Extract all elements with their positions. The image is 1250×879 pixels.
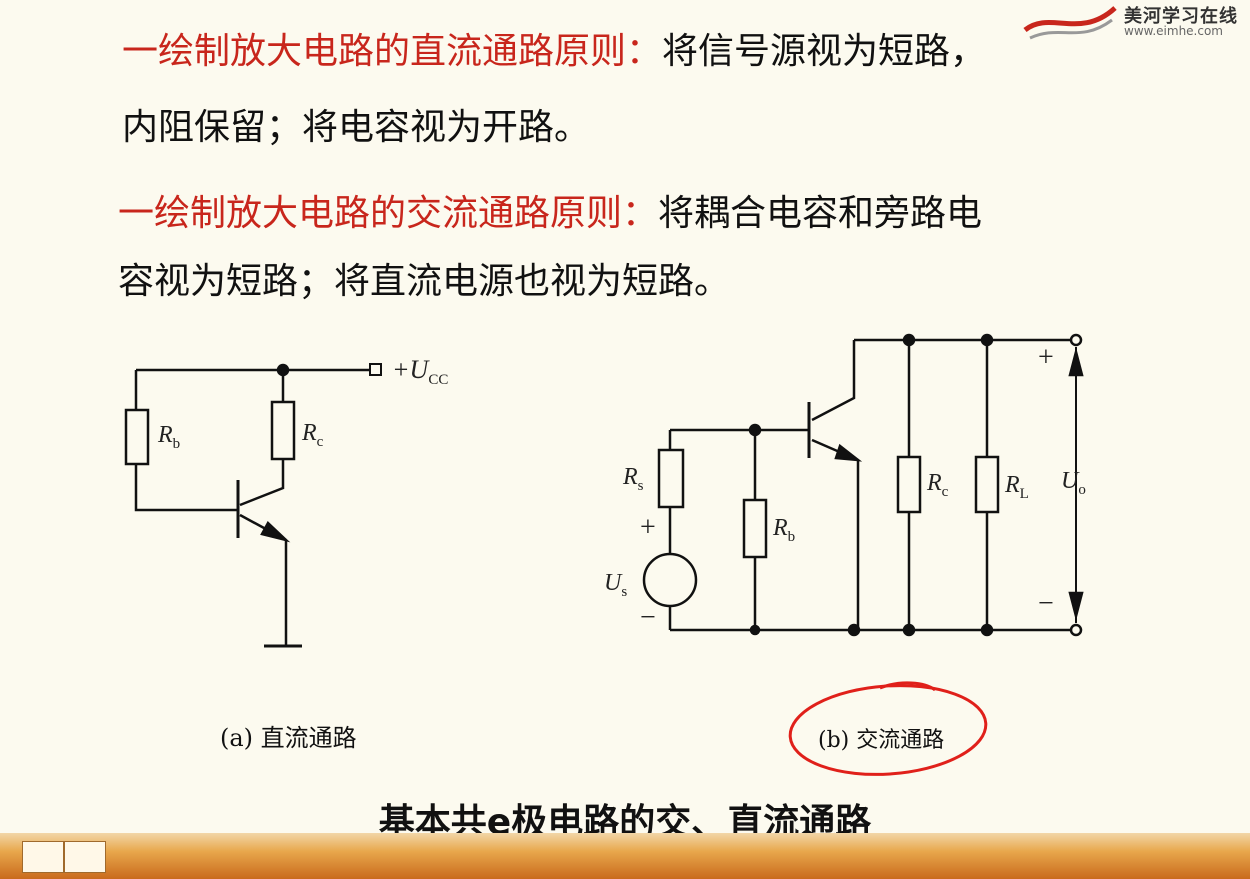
caption-dc-path: (a) 直流通路 [220,724,357,752]
rs-resistor [657,448,685,509]
rb-resistor [124,408,150,466]
emitter-arrow-icon [260,520,291,543]
rc-label-b: Rc [927,470,949,500]
rc-resistor [270,400,296,461]
rc-resistor-b [896,455,922,514]
rs-label: Rs [623,464,644,494]
rc-label: Rc [302,420,324,450]
source-icon [642,552,698,608]
rl-label: RL [1005,472,1029,502]
output-minus: − [1038,588,1054,619]
rb-resistor-b [742,498,768,559]
ucc-label: +UCC [392,355,449,389]
us-label: Us [604,570,628,600]
source-plus: + [640,512,656,543]
rl-resistor [974,455,1000,514]
slide-nav-icon[interactable] [22,841,64,873]
emitter-arrow-icon-b [834,443,863,462]
source-minus: − [640,602,656,633]
dc-circuit [124,363,382,648]
caption-ac-path: (b) 交流通路 [818,728,945,753]
pen-tool-icon[interactable] [64,841,106,873]
circuit-diagrams [124,333,1084,776]
taskbar [0,833,1250,879]
output-plus: + [1038,342,1054,373]
uo-label: Uo [1061,468,1086,498]
rb-label-b: Rb [773,515,796,545]
rb-label: Rb [158,422,181,452]
